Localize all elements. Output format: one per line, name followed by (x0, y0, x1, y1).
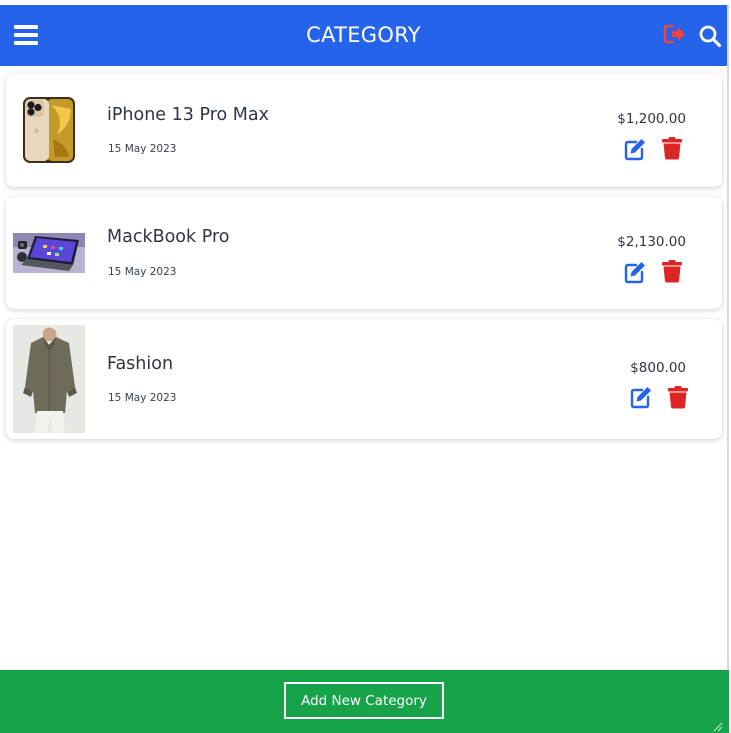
logout-icon[interactable] (663, 23, 687, 45)
item-price: $800.00 (630, 360, 686, 376)
item-date: 15 May 2023 (108, 392, 177, 404)
edit-icon[interactable] (630, 385, 652, 409)
add-new-category-button[interactable]: Add New Category (284, 682, 444, 719)
list-item[interactable]: Fashion 15 May 2023 $800.00 (6, 319, 722, 439)
edit-icon[interactable] (624, 137, 646, 161)
search-icon[interactable] (698, 24, 722, 48)
item-price: $2,130.00 (617, 234, 686, 250)
item-name: MackBook Pro (107, 227, 230, 247)
footer-bar: Add New Category (0, 670, 729, 733)
item-date: 15 May 2023 (108, 143, 177, 155)
page-title: CATEGORY (306, 23, 421, 47)
list-item[interactable]: MackBook Pro 15 May 2023 $2,130.00 (6, 197, 722, 309)
fashion-shirt-image (13, 325, 85, 433)
resize-grip-icon[interactable] (711, 717, 723, 732)
item-name: Fashion (107, 354, 174, 374)
item-date: 15 May 2023 (108, 266, 177, 278)
app-header: CATEGORY (0, 5, 727, 66)
iphone-13-pro-max-image (21, 95, 77, 165)
macbook-pro-image (13, 233, 85, 273)
trash-icon[interactable] (667, 385, 689, 409)
item-price: $1,200.00 (617, 111, 686, 127)
list-item[interactable]: iPhone 13 Pro Max 15 May 2023 $1,200.00 (6, 74, 722, 187)
edit-icon[interactable] (624, 260, 646, 284)
trash-icon[interactable] (661, 259, 683, 283)
trash-icon[interactable] (661, 136, 683, 160)
item-name: iPhone 13 Pro Max (107, 105, 269, 125)
